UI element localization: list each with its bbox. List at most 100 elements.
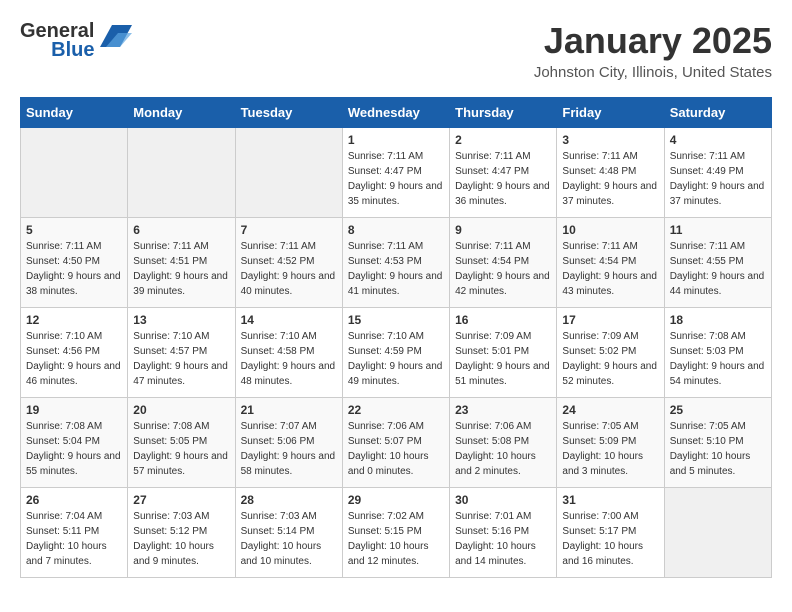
day-info: Sunrise: 7:00 AM Sunset: 5:17 PM Dayligh… [562,509,658,569]
day-number: 4 [670,133,766,147]
day-info: Sunrise: 7:04 AM Sunset: 5:11 PM Dayligh… [26,509,122,569]
day-info: Sunrise: 7:10 AM Sunset: 4:58 PM Dayligh… [241,329,337,389]
day-header-friday: Friday [557,98,664,128]
calendar-cell: 21 Sunrise: 7:07 AM Sunset: 5:06 PM Dayli… [235,398,342,488]
calendar-cell: 26 Sunrise: 7:04 AM Sunset: 5:11 PM Dayli… [21,488,128,578]
day-header-thursday: Thursday [450,98,557,128]
calendar-cell: 2 Sunrise: 7:11 AM Sunset: 4:47 PM Daylig… [450,128,557,218]
day-info: Sunrise: 7:11 AM Sunset: 4:50 PM Dayligh… [26,239,122,299]
calendar-cell: 30Sunrise: 7:01 AM Sunset: 5:16 PM Dayli… [450,488,557,578]
calendar-cell: 20Sunrise: 7:08 AM Sunset: 5:05 PM Dayli… [128,398,235,488]
day-info: Sunrise: 7:05 AM Sunset: 5:10 PM Dayligh… [670,419,766,479]
calendar-cell: 23Sunrise: 7:06 AM Sunset: 5:08 PM Dayli… [450,398,557,488]
day-number: 27 [133,493,229,507]
title-block: January 2025 Johnston City, Illinois, Un… [534,20,772,81]
day-info: Sunrise: 7:11 AM Sunset: 4:49 PM Dayligh… [670,149,766,209]
day-number: 19 [26,403,122,417]
day-info: Sunrise: 7:11 AM Sunset: 4:51 PM Dayligh… [133,239,229,299]
calendar-cell: 29 Sunrise: 7:02 AM Sunset: 5:15 PM Dayli… [342,488,449,578]
day-number: 24 [562,403,658,417]
calendar-cell: 4 Sunrise: 7:11 AM Sunset: 4:49 PM Daylig… [664,128,771,218]
calendar-table: SundayMondayTuesdayWednesdayThursdayFrid… [20,97,772,578]
month-title: January 2025 [534,20,772,62]
day-number: 21 [241,403,337,417]
day-info: Sunrise: 7:10 AM Sunset: 4:56 PM Dayligh… [26,329,122,389]
day-info: Sunrise: 7:03 AM Sunset: 5:14 PM Dayligh… [241,509,337,569]
calendar-cell: 31 Sunrise: 7:00 AM Sunset: 5:17 PM Dayli… [557,488,664,578]
day-info: Sunrise: 7:03 AM Sunset: 5:12 PM Dayligh… [133,509,229,569]
day-number: 14 [241,313,337,327]
calendar-cell: 9 Sunrise: 7:11 AM Sunset: 4:54 PM Daylig… [450,218,557,308]
day-number: 13 [133,313,229,327]
page-header: General Blue January 2025 Johnston City,… [20,20,772,81]
calendar-cell [664,488,771,578]
day-number: 26 [26,493,122,507]
header-row: SundayMondayTuesdayWednesdayThursdayFrid… [21,98,772,128]
calendar-cell: 27 Sunrise: 7:03 AM Sunset: 5:12 PM Dayli… [128,488,235,578]
calendar-cell: 5Sunrise: 7:11 AM Sunset: 4:50 PM Daylig… [21,218,128,308]
week-row-1: 1 Sunrise: 7:11 AM Sunset: 4:47 PM Daylig… [21,128,772,218]
week-row-3: 12 Sunrise: 7:10 AM Sunset: 4:56 PM Dayli… [21,308,772,398]
calendar-cell: 12 Sunrise: 7:10 AM Sunset: 4:56 PM Dayli… [21,308,128,398]
day-header-sunday: Sunday [21,98,128,128]
calendar-cell: 13 Sunrise: 7:10 AM Sunset: 4:57 PM Dayli… [128,308,235,398]
day-info: Sunrise: 7:11 AM Sunset: 4:54 PM Dayligh… [455,239,551,299]
day-info: Sunrise: 7:02 AM Sunset: 5:15 PM Dayligh… [348,509,444,569]
day-number: 15 [348,313,444,327]
day-number: 10 [562,223,658,237]
day-info: Sunrise: 7:09 AM Sunset: 5:01 PM Dayligh… [455,329,551,389]
day-number: 29 [348,493,444,507]
day-number: 25 [670,403,766,417]
day-number: 28 [241,493,337,507]
week-row-2: 5Sunrise: 7:11 AM Sunset: 4:50 PM Daylig… [21,218,772,308]
day-info: Sunrise: 7:10 AM Sunset: 4:57 PM Dayligh… [133,329,229,389]
day-number: 31 [562,493,658,507]
logo-icon [100,25,132,52]
calendar-cell: 1 Sunrise: 7:11 AM Sunset: 4:47 PM Daylig… [342,128,449,218]
day-info: Sunrise: 7:06 AM Sunset: 5:07 PM Dayligh… [348,419,444,479]
day-number: 1 [348,133,444,147]
calendar-cell: 14 Sunrise: 7:10 AM Sunset: 4:58 PM Dayli… [235,308,342,398]
day-info: Sunrise: 7:11 AM Sunset: 4:55 PM Dayligh… [670,239,766,299]
day-number: 16 [455,313,551,327]
calendar-cell [128,128,235,218]
calendar-cell: 19 Sunrise: 7:08 AM Sunset: 5:04 PM Dayli… [21,398,128,488]
day-number: 20 [133,403,229,417]
logo-blue: Blue [51,39,94,62]
day-info: Sunrise: 7:08 AM Sunset: 5:04 PM Dayligh… [26,419,122,479]
day-info: Sunrise: 7:06 AM Sunset: 5:08 PM Dayligh… [455,419,551,479]
day-info: Sunrise: 7:11 AM Sunset: 4:53 PM Dayligh… [348,239,444,299]
day-info: Sunrise: 7:08 AM Sunset: 5:03 PM Dayligh… [670,329,766,389]
day-number: 2 [455,133,551,147]
location-subtitle: Johnston City, Illinois, United States [534,64,772,81]
day-info: Sunrise: 7:11 AM Sunset: 4:47 PM Dayligh… [348,149,444,209]
calendar-cell: 7Sunrise: 7:11 AM Sunset: 4:52 PM Daylig… [235,218,342,308]
calendar-cell: 24 Sunrise: 7:05 AM Sunset: 5:09 PM Dayli… [557,398,664,488]
calendar-cell: 18 Sunrise: 7:08 AM Sunset: 5:03 PM Dayli… [664,308,771,398]
week-row-5: 26 Sunrise: 7:04 AM Sunset: 5:11 PM Dayli… [21,488,772,578]
day-info: Sunrise: 7:07 AM Sunset: 5:06 PM Dayligh… [241,419,337,479]
day-number: 12 [26,313,122,327]
day-number: 22 [348,403,444,417]
day-number: 6 [133,223,229,237]
day-number: 3 [562,133,658,147]
day-number: 18 [670,313,766,327]
day-number: 11 [670,223,766,237]
calendar-cell [21,128,128,218]
calendar-cell: 25 Sunrise: 7:05 AM Sunset: 5:10 PM Dayli… [664,398,771,488]
day-header-saturday: Saturday [664,98,771,128]
day-info: Sunrise: 7:11 AM Sunset: 4:48 PM Dayligh… [562,149,658,209]
calendar-cell: 6 Sunrise: 7:11 AM Sunset: 4:51 PM Daylig… [128,218,235,308]
calendar-cell: 28 Sunrise: 7:03 AM Sunset: 5:14 PM Dayli… [235,488,342,578]
day-info: Sunrise: 7:01 AM Sunset: 5:16 PM Dayligh… [455,509,551,569]
calendar-cell: 3 Sunrise: 7:11 AM Sunset: 4:48 PM Daylig… [557,128,664,218]
day-number: 7 [241,223,337,237]
calendar-cell: 10Sunrise: 7:11 AM Sunset: 4:54 PM Dayli… [557,218,664,308]
day-info: Sunrise: 7:11 AM Sunset: 4:47 PM Dayligh… [455,149,551,209]
week-row-4: 19 Sunrise: 7:08 AM Sunset: 5:04 PM Dayli… [21,398,772,488]
calendar-cell: 16 Sunrise: 7:09 AM Sunset: 5:01 PM Dayli… [450,308,557,398]
day-number: 9 [455,223,551,237]
day-info: Sunrise: 7:05 AM Sunset: 5:09 PM Dayligh… [562,419,658,479]
calendar-cell: 15Sunrise: 7:10 AM Sunset: 4:59 PM Dayli… [342,308,449,398]
day-number: 17 [562,313,658,327]
